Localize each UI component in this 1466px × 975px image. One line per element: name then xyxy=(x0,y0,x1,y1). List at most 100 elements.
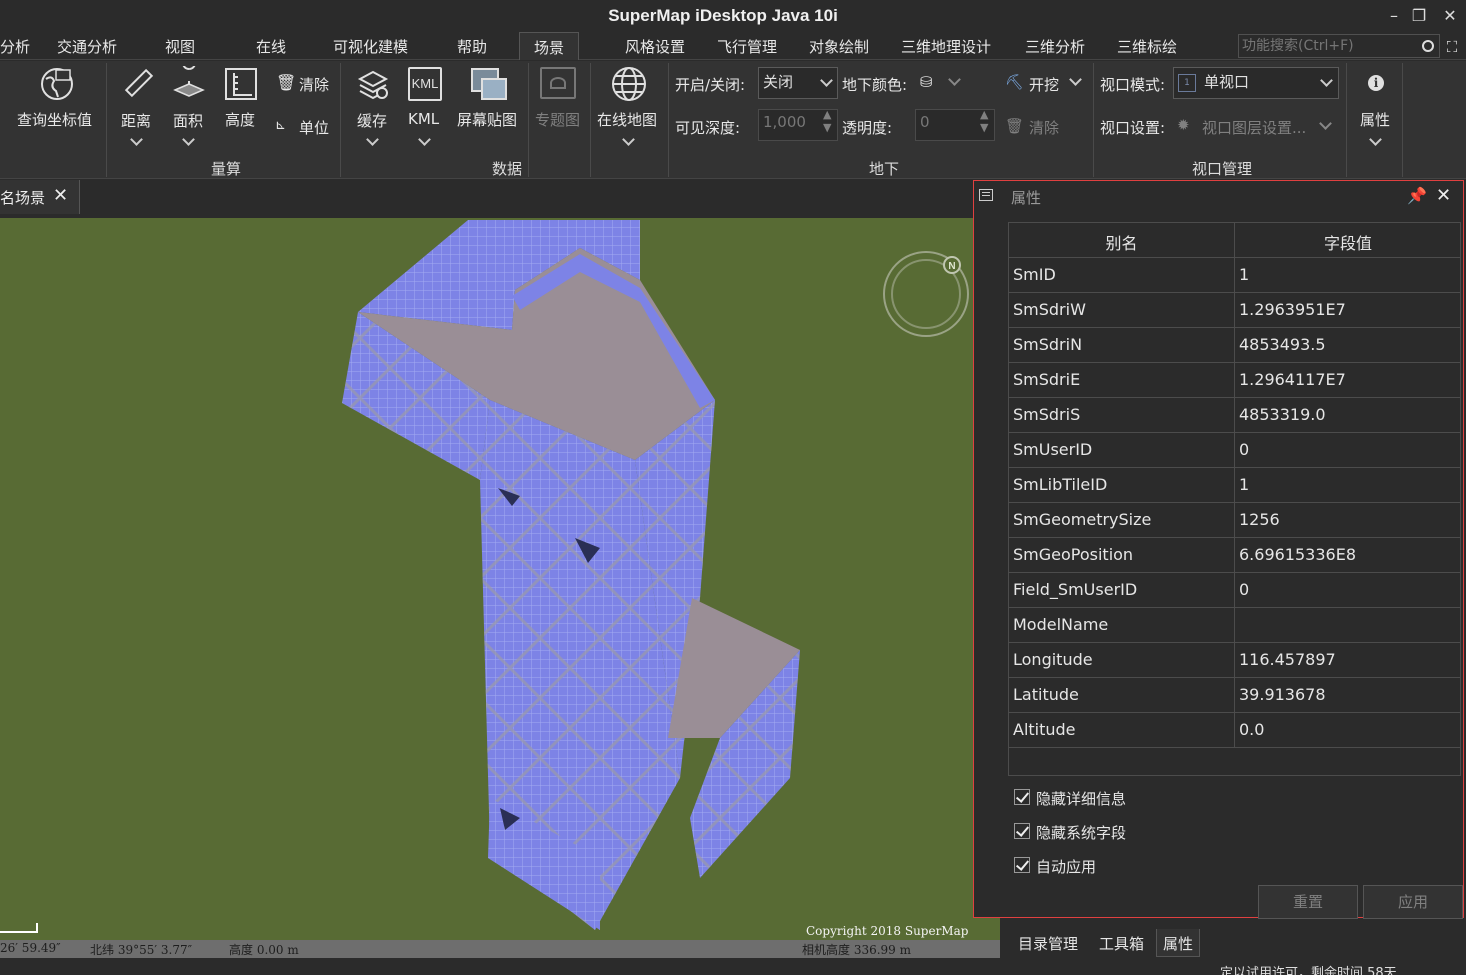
field-value[interactable]: 1.2964117E7 xyxy=(1236,363,1460,397)
chevron-down-icon[interactable] xyxy=(130,133,143,146)
tab-properties[interactable]: 属性 xyxy=(1156,929,1201,957)
table-row[interactable]: SmSdriS 4853319.0 xyxy=(1009,398,1460,433)
table-row[interactable]: SmSdriN 4853493.5 xyxy=(1009,328,1460,363)
viewport-settings-button[interactable]: 视口图层设置... xyxy=(1202,117,1306,138)
tab-catalog[interactable]: 目录管理 xyxy=(1012,929,1084,957)
field-value[interactable]: 1 xyxy=(1236,468,1460,502)
close-window-button[interactable]: ✕ xyxy=(1438,4,1462,28)
table-row[interactable]: SmSdriE 1.2964117E7 xyxy=(1009,363,1460,398)
screen-texture-icon[interactable] xyxy=(470,67,508,103)
distance-button[interactable]: 距离 xyxy=(121,110,151,131)
minimize-button[interactable]: – xyxy=(1382,4,1406,28)
info-icon[interactable]: i xyxy=(1368,75,1384,91)
chevron-down-icon[interactable] xyxy=(1319,117,1332,130)
scene-tab[interactable]: 名场景 ✕ xyxy=(0,180,80,214)
function-search-input[interactable] xyxy=(1238,34,1440,58)
clear-underground-button[interactable]: 清除 xyxy=(1029,117,1059,138)
close-icon[interactable]: ✕ xyxy=(53,185,68,206)
field-value[interactable] xyxy=(1236,608,1460,642)
hide-details-checkbox[interactable] xyxy=(1014,789,1030,805)
table-row[interactable]: Field_SmUserID 0 xyxy=(1009,573,1460,608)
apply-button[interactable]: 应用 xyxy=(1363,885,1463,919)
tab-3d-geodesign[interactable]: 三维地理设计 xyxy=(901,36,991,57)
stepper-arrows-icon[interactable]: ▲ ▼ xyxy=(823,108,831,134)
scene-viewport[interactable]: N xyxy=(0,218,1000,958)
kml-button[interactable]: KML xyxy=(408,110,439,128)
field-value[interactable]: 0 xyxy=(1236,433,1460,467)
query-coords-label[interactable]: 查询坐标值 xyxy=(17,109,92,130)
tab-analysis[interactable]: 分析 xyxy=(0,36,30,57)
field-value[interactable]: 1.2963951E7 xyxy=(1236,293,1460,327)
chevron-down-icon[interactable] xyxy=(1069,73,1082,86)
chevron-down-icon[interactable] xyxy=(182,133,195,146)
tab-flight-management[interactable]: 飞行管理 xyxy=(717,36,777,57)
online-map-button[interactable]: 在线地图 xyxy=(597,109,657,130)
trash-icon[interactable]: 🗑 xyxy=(1005,117,1024,135)
table-row[interactable]: Altitude 0.0 xyxy=(1009,713,1460,748)
table-row[interactable]: SmSdriW 1.2963951E7 xyxy=(1009,293,1460,328)
tab-object-drawing[interactable]: 对象绘制 xyxy=(809,36,869,57)
field-value[interactable]: 1 xyxy=(1236,258,1460,292)
tab-toolbox[interactable]: 工具箱 xyxy=(1093,929,1150,957)
field-value[interactable]: 0 xyxy=(1236,573,1460,607)
screen-texture-button[interactable]: 屏幕贴图 xyxy=(457,109,517,130)
tab-3d-plotting[interactable]: 三维标绘 xyxy=(1117,36,1177,57)
field-value[interactable]: 116.457897 xyxy=(1236,643,1460,677)
tab-traffic-analysis[interactable]: 交通分析 xyxy=(57,36,117,57)
properties-button[interactable]: 属性 xyxy=(1360,109,1390,130)
fullscreen-icon[interactable]: ⛶ xyxy=(1443,38,1461,56)
tab-help[interactable]: 帮助 xyxy=(457,36,487,57)
globe-query-icon[interactable] xyxy=(40,67,74,101)
field-value[interactable]: 4853493.5 xyxy=(1236,328,1460,362)
chevron-down-icon[interactable] xyxy=(366,133,379,146)
search-icon[interactable] xyxy=(1422,40,1434,52)
excavate-icon[interactable]: ⛏ xyxy=(1005,73,1024,91)
reset-button[interactable]: 重置 xyxy=(1258,885,1358,919)
tab-visual-modeling[interactable]: 可视化建模 xyxy=(333,36,408,57)
table-row[interactable]: SmGeoPosition 6.69615336E8 xyxy=(1009,538,1460,573)
area-icon[interactable] xyxy=(173,66,205,100)
table-row[interactable]: Longitude 116.457897 xyxy=(1009,643,1460,678)
tab-3d-analysis[interactable]: 三维分析 xyxy=(1025,36,1085,57)
field-value[interactable]: 0.0 xyxy=(1236,713,1460,747)
stepper-arrows-icon[interactable]: ▲ ▼ xyxy=(980,108,988,134)
height-button[interactable]: 高度 xyxy=(225,109,255,130)
close-icon[interactable]: ✕ xyxy=(1436,185,1451,206)
trash-icon[interactable]: 🗑 xyxy=(276,73,296,92)
restore-button[interactable]: ❐ xyxy=(1407,4,1431,28)
thematic-map-button[interactable]: 专题图 xyxy=(535,109,580,130)
field-value[interactable]: 4853319.0 xyxy=(1236,398,1460,432)
unit-button[interactable]: 单位 xyxy=(299,117,329,138)
field-value[interactable]: 1256 xyxy=(1236,503,1460,537)
area-button[interactable]: 面积 xyxy=(173,110,203,131)
tab-view[interactable]: 视图 xyxy=(165,36,195,57)
table-row[interactable]: SmLibTileID 1 xyxy=(1009,468,1460,503)
chevron-down-icon[interactable] xyxy=(948,73,961,86)
kml-icon[interactable]: KML xyxy=(408,67,442,101)
building-model[interactable] xyxy=(0,218,1000,958)
hide-details-label[interactable]: 隐藏详细信息 xyxy=(1036,788,1126,809)
height-icon[interactable] xyxy=(224,67,258,101)
hide-system-fields-checkbox[interactable] xyxy=(1014,823,1030,839)
cache-button[interactable]: 缓存 xyxy=(357,110,387,131)
thematic-map-icon[interactable] xyxy=(540,67,576,99)
field-value[interactable]: 6.69615336E8 xyxy=(1236,538,1460,572)
clear-button[interactable]: 清除 xyxy=(299,74,329,95)
table-row[interactable]: ModelName xyxy=(1009,608,1460,643)
auto-apply-label[interactable]: 自动应用 xyxy=(1036,856,1096,877)
cache-icon[interactable] xyxy=(356,67,390,101)
chevron-down-icon[interactable] xyxy=(1369,133,1382,146)
viewport-mode-select[interactable]: 1 单视口 xyxy=(1173,67,1339,99)
panel-menu-icon[interactable] xyxy=(979,189,993,201)
gear-icon[interactable]: ✹ xyxy=(1177,116,1190,134)
chevron-down-icon[interactable] xyxy=(622,133,635,146)
table-row[interactable]: Latitude 39.913678 xyxy=(1009,678,1460,713)
tab-style-settings[interactable]: 风格设置 xyxy=(625,36,685,57)
paint-bucket-icon[interactable]: ⛁ xyxy=(920,73,933,91)
chevron-down-icon[interactable] xyxy=(418,133,431,146)
compass-icon[interactable]: N xyxy=(880,248,972,340)
field-value[interactable]: 39.913678 xyxy=(1236,678,1460,712)
auto-apply-checkbox[interactable] xyxy=(1014,857,1030,873)
tab-online[interactable]: 在线 xyxy=(256,36,286,57)
excavate-button[interactable]: 开挖 xyxy=(1029,74,1059,95)
